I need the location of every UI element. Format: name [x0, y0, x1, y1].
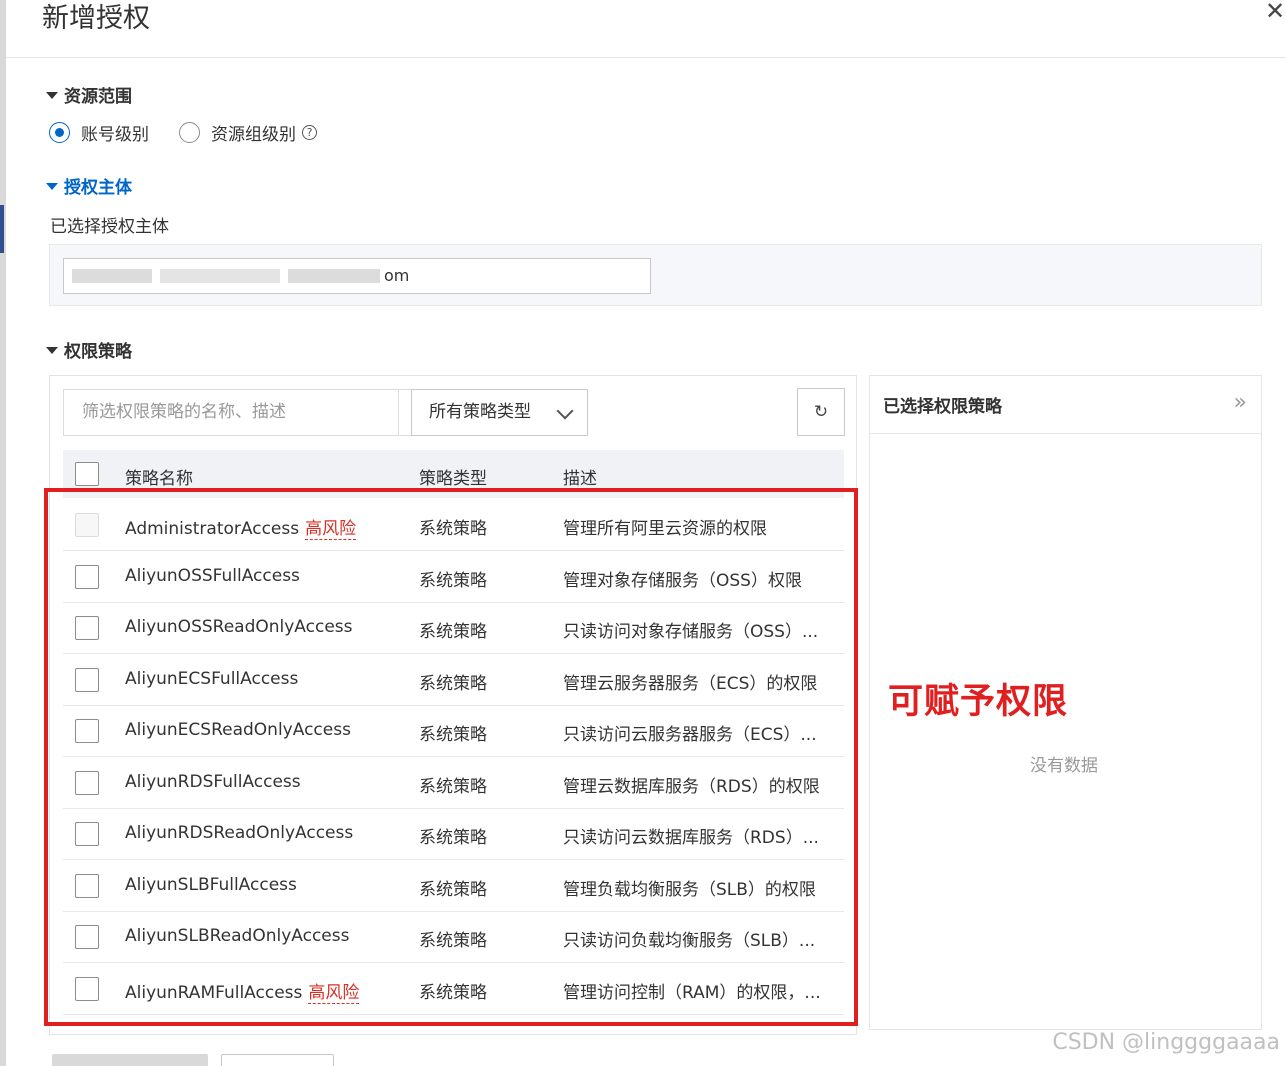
policy-type-select[interactable]: 所有策略类型 — [411, 389, 588, 436]
caret-down-icon — [46, 182, 58, 190]
caret-down-icon — [46, 346, 58, 354]
selected-principal-box: om — [49, 244, 1262, 306]
column-header: 策略类型 — [419, 469, 487, 489]
double-chevron-right-icon[interactable]: » — [1234, 390, 1247, 415]
section-policies[interactable]: 权限策略 — [46, 337, 132, 362]
edge-accent — [0, 205, 4, 253]
radio-label: 账号级别 — [81, 125, 149, 145]
dialog-header: 新增授权 ✕ — [6, 0, 1286, 58]
column-header: 描述 — [563, 469, 597, 489]
section-title: 权限策略 — [64, 342, 132, 362]
select-all-checkbox[interactable] — [75, 462, 99, 486]
annotation-frame — [44, 488, 858, 1026]
empty-state-text: 没有数据 — [1030, 756, 1098, 776]
section-title: 资源范围 — [64, 87, 132, 107]
section-resource-scope[interactable]: 资源范围 — [46, 82, 132, 107]
radio-resource-group-level[interactable] — [179, 122, 200, 143]
section-title: 授权主体 — [64, 178, 132, 198]
scope-radio-group: 账号级别 资源组级别 ? — [49, 120, 317, 145]
redacted-block — [160, 269, 280, 283]
caret-down-icon — [46, 91, 58, 99]
redacted-block — [72, 269, 152, 283]
column-header: 策略名称 — [125, 469, 193, 489]
help-icon[interactable]: ? — [302, 125, 317, 140]
refresh-icon: ↻ — [813, 402, 829, 422]
close-icon[interactable]: ✕ — [1264, 0, 1286, 26]
dialog-title: 新增授权 — [42, 3, 150, 34]
selected-principal-label: 已选择授权主体 — [50, 217, 169, 237]
chevron-down-icon — [556, 402, 574, 420]
watermark: CSDN @linggggaaaa — [1052, 1030, 1280, 1055]
redacted-block — [288, 269, 380, 283]
window-edge — [0, 0, 6, 1066]
refresh-button[interactable]: ↻ — [797, 388, 845, 436]
principal-tag[interactable]: om — [63, 258, 651, 294]
principal-value: om — [384, 266, 410, 285]
annotation-text: 可赋予权限 — [888, 682, 1069, 722]
radio-label: 资源组级别 — [211, 125, 296, 145]
section-principal[interactable]: 授权主体 — [46, 173, 132, 198]
policy-search-input[interactable]: 筛选权限策略的名称、描述 — [63, 389, 399, 436]
cancel-button[interactable] — [221, 1054, 334, 1066]
confirm-button[interactable] — [52, 1054, 208, 1066]
selected-panel-header: 已选择权限策略 » — [870, 376, 1261, 434]
policy-type-value: 所有策略类型 — [429, 402, 531, 422]
radio-account-level[interactable] — [49, 122, 70, 143]
selected-panel-title: 已选择权限策略 — [883, 397, 1002, 417]
